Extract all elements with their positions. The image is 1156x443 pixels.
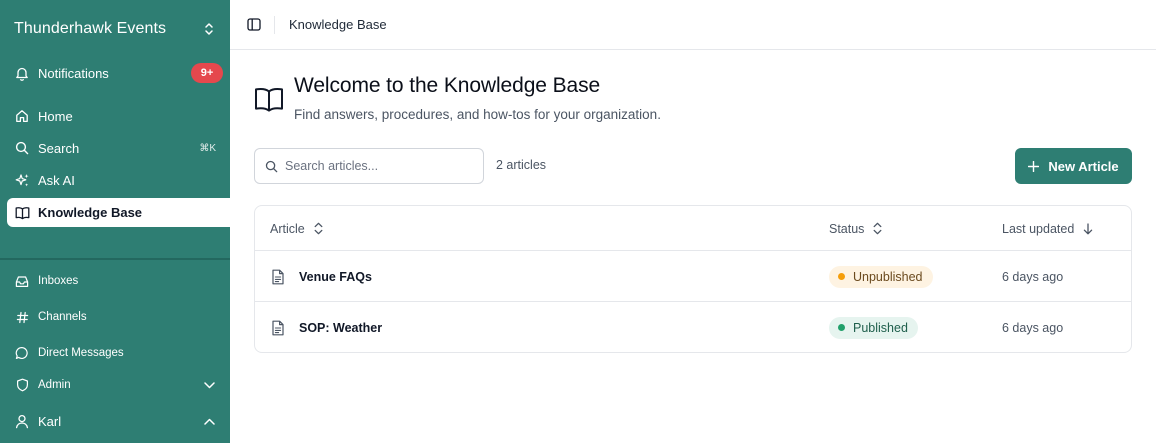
status-badge: Unpublished	[829, 265, 933, 288]
inbox-icon	[14, 273, 30, 289]
book-icon	[14, 205, 30, 221]
sidebar-item-search[interactable]: Search ⌘K	[7, 135, 230, 161]
plus-icon	[1028, 160, 1040, 172]
last-updated: 6 days ago	[1002, 269, 1064, 284]
status-dot	[838, 273, 845, 280]
hash-icon	[14, 309, 30, 325]
table-row[interactable]: Venue FAQs Unpublished 6 days ago	[255, 251, 1131, 302]
breadcrumb: Knowledge Base	[289, 17, 387, 32]
workspace-switcher[interactable]: Thunderhawk Events	[0, 0, 230, 58]
sidebar-item-inboxes[interactable]: Inboxes	[7, 268, 230, 294]
article-title[interactable]: Venue FAQs	[299, 270, 372, 284]
last-updated: 6 days ago	[1002, 320, 1064, 335]
workspace-name: Thunderhawk Events	[14, 20, 167, 37]
new-article-button[interactable]: New Article	[1015, 148, 1132, 184]
sidebar-item-label: Admin	[38, 379, 71, 391]
sidebar-item-direct-messages[interactable]: Direct Messages	[7, 340, 230, 366]
topbar: Knowledge Base	[230, 0, 1156, 50]
articles-table: Article Status Last updated Venue FAQs U…	[254, 205, 1132, 353]
table-header: Article Status Last updated	[255, 206, 1131, 251]
user-menu[interactable]: Karl	[7, 408, 230, 434]
status-dot	[838, 324, 845, 331]
status-label: Published	[853, 320, 908, 335]
status-label: Unpublished	[853, 269, 923, 284]
sidebar-toggle-icon[interactable]	[247, 18, 261, 32]
sidebar-item-label: Channels	[38, 311, 87, 323]
knowledge-base-book-icon	[254, 86, 284, 114]
chevrons-up-down-icon	[202, 21, 216, 37]
notification-badge: 9+	[191, 63, 223, 83]
search-icon	[14, 140, 30, 156]
sidebar-item-label: Notifications	[38, 65, 109, 81]
sidebar-item-notifications[interactable]: Notifications 9+	[7, 60, 230, 86]
sidebar-item-label: Search	[38, 140, 80, 156]
document-icon	[271, 320, 285, 336]
shortcut-hint: ⌘K	[199, 142, 216, 154]
article-title[interactable]: SOP: Weather	[299, 321, 382, 335]
sidebar-item-label: Inboxes	[38, 275, 79, 287]
sort-icon	[873, 222, 882, 235]
user-icon	[14, 413, 30, 429]
search-articles-input[interactable]	[285, 159, 465, 173]
column-header-last-updated[interactable]: Last updated	[1002, 206, 1093, 251]
sidebar-item-knowledge-base[interactable]: Knowledge Base	[7, 198, 230, 227]
sidebar: Thunderhawk Events Notifications 9+ Home…	[0, 0, 230, 443]
message-icon	[14, 345, 30, 361]
table-row[interactable]: SOP: Weather Published 6 days ago	[255, 302, 1131, 353]
sort-icon	[314, 222, 323, 235]
sidebar-item-admin[interactable]: Admin	[7, 372, 230, 398]
sidebar-item-label: Ask AI	[38, 172, 75, 188]
chevron-down-icon	[204, 379, 216, 391]
topbar-separator	[274, 15, 275, 34]
sidebar-divider	[0, 258, 230, 260]
sort-arrow-down-icon	[1083, 222, 1093, 235]
column-header-article[interactable]: Article	[270, 206, 323, 251]
sidebar-item-label: Direct Messages	[38, 347, 124, 359]
shield-icon	[14, 377, 30, 393]
status-badge: Published	[829, 316, 918, 339]
bell-icon	[14, 65, 30, 81]
sidebar-item-label: Home	[38, 108, 73, 124]
new-article-label: New Article	[1048, 158, 1119, 174]
column-label: Status	[829, 221, 865, 236]
column-label: Article	[270, 221, 305, 236]
search-icon	[265, 160, 278, 173]
column-label: Last updated	[1002, 221, 1075, 236]
sidebar-item-ask-ai[interactable]: Ask AI	[7, 167, 230, 193]
search-articles-field[interactable]	[254, 148, 484, 184]
page-title: Welcome to the Knowledge Base	[294, 74, 601, 97]
column-header-status[interactable]: Status	[829, 206, 882, 251]
page-subtitle: Find answers, procedures, and how-tos fo…	[294, 107, 661, 122]
document-icon	[271, 269, 285, 285]
user-name: Karl	[38, 413, 62, 429]
sidebar-item-channels[interactable]: Channels	[7, 304, 230, 330]
home-icon	[14, 108, 30, 124]
sidebar-item-home[interactable]: Home	[7, 103, 230, 129]
sparkles-icon	[14, 172, 30, 188]
chevron-up-icon	[204, 415, 216, 427]
sidebar-item-label: Knowledge Base	[38, 205, 143, 220]
article-count: 2 articles	[496, 158, 547, 172]
